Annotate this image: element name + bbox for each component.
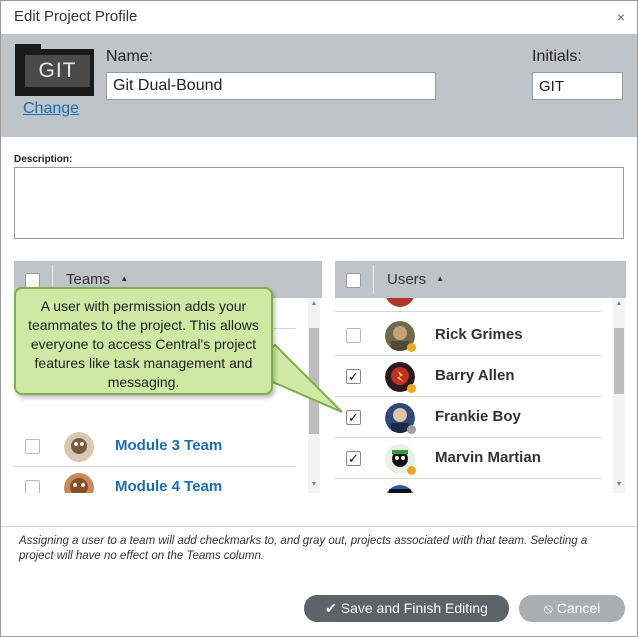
user-avatar-image xyxy=(386,485,414,493)
user-checkbox[interactable]: ✓ xyxy=(346,410,361,425)
users-panel: Users ▲ Rick Grimes ✓ Barry Allen ✓ Fran… xyxy=(335,261,626,493)
user-checkbox[interactable]: ✓ xyxy=(346,451,361,466)
team-row[interactable]: Management Team xyxy=(14,343,296,384)
close-icon[interactable]: × xyxy=(614,10,628,24)
header-divider xyxy=(373,265,374,294)
teams-column-header[interactable]: Teams ▲ xyxy=(66,271,128,288)
initials-label: Initials: xyxy=(532,48,582,65)
user-name: Rick Grimes xyxy=(435,326,523,343)
teams-scroll-thumb[interactable] xyxy=(309,328,319,434)
teams-select-all-checkbox[interactable] xyxy=(25,273,40,288)
team-row[interactable] xyxy=(14,298,296,329)
team-name[interactable]: Module 3 Team xyxy=(115,437,222,454)
user-name: Frankie Boy xyxy=(435,408,521,425)
users-select-all-checkbox[interactable] xyxy=(346,273,361,288)
users-scroll-thumb[interactable] xyxy=(614,328,624,394)
user-row[interactable]: ✓ Marvin Martian xyxy=(335,438,601,479)
teams-panel: Teams ▲ Management Team Module 3 Team Mo… xyxy=(14,261,322,493)
initials-input[interactable] xyxy=(532,72,623,100)
user-name: Marvin Martian xyxy=(435,449,541,466)
teams-header: Teams ▲ xyxy=(14,261,322,298)
teams-header-label: Teams xyxy=(66,271,111,288)
edit-project-dialog: Edit Project Profile × GIT Change Name: … xyxy=(0,0,638,637)
sort-ascending-icon[interactable]: ▲ xyxy=(120,274,128,283)
team-checkbox[interactable] xyxy=(25,361,40,376)
user-checkbox[interactable] xyxy=(346,328,361,343)
status-away-dot xyxy=(407,425,416,434)
user-row[interactable]: Rick Grimes xyxy=(335,315,601,356)
team-name[interactable]: Management Team xyxy=(115,353,249,370)
status-online-dot xyxy=(407,343,416,352)
user-avatar xyxy=(385,298,415,307)
users-scrollbar[interactable]: ▲ ▼ xyxy=(613,298,625,493)
team-name[interactable]: Module 4 Team xyxy=(115,478,222,493)
user-name: Barry Allen xyxy=(435,367,515,384)
team-checkbox[interactable] xyxy=(25,480,40,493)
teams-list: Management Team Module 3 Team Module 4 T… xyxy=(14,298,322,493)
scroll-down-icon[interactable]: ▼ xyxy=(613,481,625,491)
team-checkbox[interactable] xyxy=(25,439,40,454)
user-row[interactable]: ✓ Barry Allen xyxy=(335,356,601,397)
users-column-header[interactable]: Users ▲ xyxy=(387,271,444,288)
user-avatar-image xyxy=(386,298,414,307)
users-list: Rick Grimes ✓ Barry Allen ✓ Frankie Boy … xyxy=(335,298,626,493)
team-avatar-image xyxy=(64,351,94,381)
description-textarea[interactable] xyxy=(14,167,624,239)
name-label: Name: xyxy=(106,48,154,65)
description-label: Description: xyxy=(14,154,73,165)
users-header: Users ▲ xyxy=(335,261,626,298)
team-avatar xyxy=(64,351,94,381)
team-row[interactable]: Module 3 Team xyxy=(14,426,296,467)
team-avatar xyxy=(64,473,94,493)
profile-header: GIT Change Name: Initials: xyxy=(1,34,637,137)
footer-divider xyxy=(1,526,637,527)
users-header-label: Users xyxy=(387,271,427,288)
teams-scrollbar[interactable]: ▲ ▼ xyxy=(308,298,320,493)
change-logo-link[interactable]: Change xyxy=(23,100,79,118)
team-row[interactable]: Module 4 Team xyxy=(14,467,296,493)
user-row[interactable] xyxy=(335,298,601,312)
header-divider xyxy=(52,265,53,294)
user-row[interactable]: ✓ Frankie Boy xyxy=(335,397,601,438)
save-and-finish-button[interactable]: ✔ Save and Finish Editing xyxy=(304,595,509,622)
assignment-tables: Teams ▲ Management Team Module 3 Team Mo… xyxy=(14,261,626,493)
sort-ascending-icon[interactable]: ▲ xyxy=(436,274,444,283)
team-checkbox[interactable] xyxy=(25,301,40,316)
project-name-input[interactable] xyxy=(106,72,436,100)
logo-text: GIT xyxy=(25,55,90,87)
project-logo: GIT xyxy=(15,44,94,96)
status-online-dot xyxy=(407,466,416,475)
team-avatar-image xyxy=(64,432,94,462)
cancel-button[interactable]: ⦸ Cancel xyxy=(519,595,625,622)
dialog-title: Edit Project Profile xyxy=(14,8,138,25)
status-online-dot xyxy=(407,384,416,393)
team-avatar-image xyxy=(64,473,94,493)
assignment-note: Assigning a user to a team will add chec… xyxy=(19,535,588,562)
scroll-down-icon[interactable]: ▼ xyxy=(308,481,320,491)
scroll-up-icon[interactable]: ▲ xyxy=(613,300,625,310)
user-checkbox[interactable]: ✓ xyxy=(346,369,361,384)
user-avatar xyxy=(385,485,415,493)
user-row[interactable] xyxy=(335,479,601,493)
scroll-up-icon[interactable]: ▲ xyxy=(308,300,320,310)
team-avatar xyxy=(64,432,94,462)
title-bar: Edit Project Profile × xyxy=(1,1,637,34)
